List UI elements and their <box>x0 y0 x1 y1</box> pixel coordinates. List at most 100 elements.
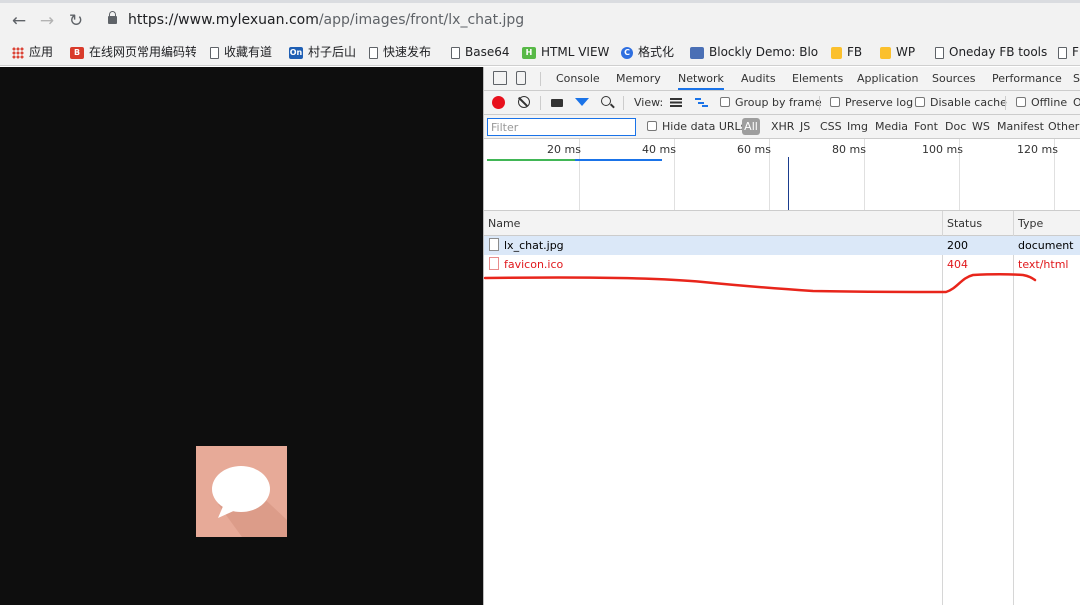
table-row[interactable]: lx_chat.jpg 200 document <box>484 236 1080 255</box>
inspect-element-icon[interactable] <box>493 71 507 85</box>
tab-audits[interactable]: Audits <box>741 67 776 90</box>
filter-css[interactable]: CSS <box>820 115 842 138</box>
folder-icon <box>880 46 891 59</box>
bookmark-format[interactable]: C 格式化 <box>621 43 674 61</box>
hide-data-urls-checkbox[interactable]: Hide data URLs <box>647 115 746 138</box>
url-text: https://www.mylexuan.com/app/images/fron… <box>128 12 525 28</box>
bookmark-quick-publish[interactable]: 快速发布 <box>369 43 431 61</box>
column-header-name[interactable]: Name <box>488 211 520 236</box>
filter-manifest[interactable]: Manifest <box>997 115 1044 138</box>
divider <box>623 96 624 110</box>
timeline-load-marker <box>788 157 789 210</box>
large-rows-icon[interactable] <box>670 98 682 107</box>
filter-img[interactable]: Img <box>847 115 868 138</box>
filter-doc[interactable]: Doc <box>945 115 966 138</box>
search-icon[interactable] <box>601 96 611 106</box>
bookmark-base64[interactable]: Base64 <box>451 43 510 61</box>
lock-icon <box>108 11 117 24</box>
bookmarks-bar: 应用 B 在线网页常用编码转 收藏有道 On 村子后山 快速发布 Base64 HH… <box>0 38 1080 66</box>
tab-elements[interactable]: Elements <box>792 67 843 90</box>
offline-checkbox[interactable]: Offline <box>1016 91 1067 114</box>
bookmark-html-view[interactable]: H HTML VIEW <box>522 43 609 61</box>
filter-font[interactable]: Font <box>914 115 938 138</box>
bookmark-wp-folder[interactable]: WP <box>880 43 915 61</box>
bookmark-oneday-fb[interactable]: Oneday FB tools <box>935 43 1047 61</box>
checkbox-icon <box>720 97 730 107</box>
bookmark-apps[interactable]: 应用 <box>12 43 53 61</box>
reload-icon[interactable]: ↻ <box>66 11 86 31</box>
request-type: document <box>1018 239 1074 252</box>
timeline-tick-label: 120 ms <box>1017 143 1058 156</box>
page-viewport <box>0 67 483 605</box>
bookmark-encoding[interactable]: B 在线网页常用编码转 <box>70 43 196 61</box>
document-icon <box>489 257 499 270</box>
filter-media[interactable]: Media <box>875 115 908 138</box>
bookmark-overflow[interactable]: F <box>1058 43 1080 61</box>
tab-network[interactable]: Network <box>678 67 724 90</box>
filter-other[interactable]: Other <box>1048 115 1079 138</box>
back-arrow-icon[interactable]: ← <box>9 11 29 31</box>
network-overview-timeline[interactable]: 20 ms 40 ms 60 ms 80 ms 100 ms 120 ms <box>484 139 1080 211</box>
bookmark-fb-folder[interactable]: FB <box>831 43 862 61</box>
address-bar[interactable]: https://www.mylexuan.com/app/images/fron… <box>98 8 1073 36</box>
blockly-icon <box>690 46 704 59</box>
filter-xhr[interactable]: XHR <box>771 115 794 138</box>
column-header-status[interactable]: Status <box>947 211 982 236</box>
forward-arrow-icon[interactable]: → <box>37 11 57 31</box>
bookmark-village[interactable]: On 村子后山 <box>289 43 356 61</box>
divider <box>819 96 820 110</box>
divider <box>1005 96 1006 110</box>
page-icon <box>451 46 460 59</box>
timeline-tick-label: 100 ms <box>922 143 963 156</box>
filter-input[interactable] <box>487 118 636 136</box>
tab-overflow[interactable]: S <box>1073 67 1080 90</box>
devtools-tab-bar: Console Memory Network Audits Elements A… <box>484 67 1080 91</box>
devtools-panel: Console Memory Network Audits Elements A… <box>483 67 1080 605</box>
tab-console[interactable]: Console <box>556 67 600 90</box>
bookmark-blockly[interactable]: Blockly Demo: Bloc <box>690 43 818 61</box>
tab-sources[interactable]: Sources <box>932 67 976 90</box>
document-icon <box>489 238 499 251</box>
timeline-tick-label: 60 ms <box>737 143 771 156</box>
red-logo-icon: B <box>70 46 84 59</box>
blue-c-icon: C <box>621 46 633 59</box>
record-icon[interactable] <box>492 96 505 109</box>
request-status: 200 <box>947 239 968 252</box>
filter-all-button[interactable]: All <box>742 118 760 135</box>
apps-grid-icon <box>12 46 24 59</box>
waterfall-view-icon[interactable] <box>695 98 708 107</box>
tab-performance[interactable]: Performance <box>992 67 1062 90</box>
timeline-download-bar <box>575 159 662 161</box>
filter-funnel-icon[interactable] <box>575 98 589 106</box>
filter-ws[interactable]: WS <box>972 115 990 138</box>
network-filter-bar: Hide data URLs All XHR JS CSS Img Media … <box>484 115 1080 139</box>
page-icon <box>1058 46 1067 59</box>
timeline-tick-label: 80 ms <box>832 143 866 156</box>
checkbox-icon <box>1016 97 1026 107</box>
table-header: Name Status Type <box>484 211 1080 236</box>
column-header-type[interactable]: Type <box>1018 211 1043 236</box>
red-annotation-underline <box>483 273 1037 294</box>
disable-cache-checkbox[interactable]: Disable cache <box>915 91 1007 114</box>
screenshot-camera-icon[interactable] <box>551 99 563 107</box>
timeline-waiting-bar <box>487 159 575 161</box>
clear-icon[interactable] <box>518 96 530 108</box>
device-toolbar-icon[interactable] <box>516 71 526 85</box>
divider <box>540 72 541 86</box>
tab-memory[interactable]: Memory <box>616 67 661 90</box>
bookmark-youdao[interactable]: 收藏有道 <box>210 43 272 61</box>
checkbox-icon <box>830 97 840 107</box>
group-by-frame-checkbox[interactable]: Group by frame <box>720 91 822 114</box>
network-toolbar: View: Group by frame Preserve log Disabl… <box>484 91 1080 115</box>
browser-toolbar: ← → ↻ https://www.mylexuan.com/app/image… <box>0 0 1080 38</box>
preserve-log-checkbox[interactable]: Preserve log <box>830 91 913 114</box>
timeline-tick-label: 40 ms <box>642 143 676 156</box>
page-icon <box>935 46 944 59</box>
page-icon <box>210 46 219 59</box>
browser-window: ← → ↻ https://www.mylexuan.com/app/image… <box>0 0 1080 605</box>
view-label: View: <box>634 96 664 109</box>
timeline-tick-label: 20 ms <box>547 143 581 156</box>
filter-js[interactable]: JS <box>800 115 810 138</box>
tab-application[interactable]: Application <box>857 67 918 90</box>
throttling-overflow[interactable]: O <box>1073 91 1080 114</box>
